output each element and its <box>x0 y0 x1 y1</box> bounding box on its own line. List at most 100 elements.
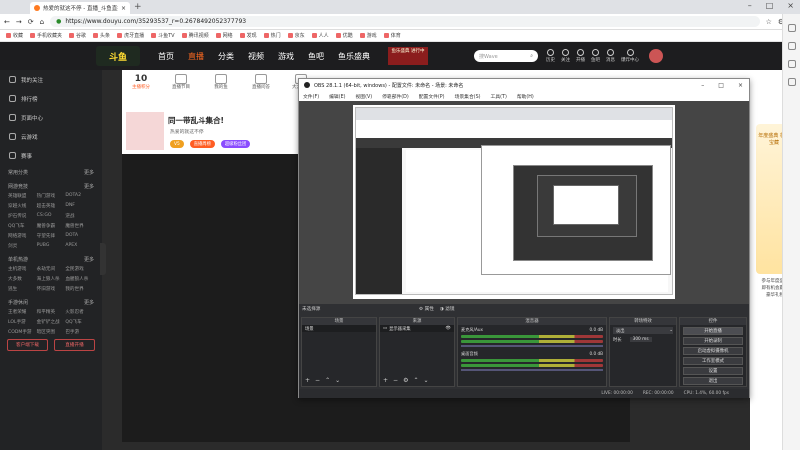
url-input[interactable]: ● https://www.douyu.com/35293537_r=0.267… <box>50 16 760 27</box>
volume-slider[interactable] <box>461 345 603 347</box>
nav-item[interactable]: 首页 <box>158 51 174 62</box>
bookmark-item[interactable]: 发现 <box>239 32 257 39</box>
sidebar-category-link[interactable]: 逃生 <box>8 286 37 292</box>
obs-menu-item[interactable]: 配置文件(P) <box>419 93 445 100</box>
streamer-name[interactable]: 热爱的就这不停 <box>170 130 204 135</box>
download-panel-icon[interactable] <box>787 60 796 68</box>
add-source-icon[interactable]: + <box>383 377 388 384</box>
sidebar-category-link[interactable]: 海上狼人杀 <box>37 276 66 282</box>
bookmark-item[interactable]: 体育 <box>383 32 401 39</box>
nav-item[interactable]: 鱼乐盛典 <box>338 51 370 62</box>
sidebar-category-link[interactable]: QQ飞车 <box>65 319 94 325</box>
obs-control-button[interactable]: 开始直播 <box>683 327 743 335</box>
obs-menu-item[interactable]: 帮助(H) <box>517 93 534 100</box>
star-icon[interactable]: ☆ <box>766 18 772 26</box>
sidebar-section-more[interactable]: 更多 <box>84 169 94 176</box>
remove-icon[interactable]: − <box>315 377 320 384</box>
maximize-icon[interactable]: □ <box>766 1 774 10</box>
filters-button[interactable]: ◑ 滤镜 <box>440 306 455 312</box>
bookmark-item[interactable]: 网络 <box>215 32 233 39</box>
add-icon[interactable]: + <box>305 377 310 384</box>
properties-button[interactable]: ⚙ 属性 <box>419 306 434 312</box>
bookmark-item[interactable]: 头条 <box>93 32 110 39</box>
room-badge[interactable]: 直播周榜 <box>189 140 215 148</box>
up-icon[interactable]: ⌃ <box>325 377 330 384</box>
sidebar-item[interactable]: 赛事 <box>0 146 102 165</box>
sidebar-category-link[interactable]: 火影忍者 <box>65 309 94 315</box>
forward-icon[interactable]: → <box>16 18 22 26</box>
room-badge[interactable]: V5 <box>170 140 184 148</box>
sidebar-category-link[interactable]: CODM手游 <box>8 329 37 335</box>
sidebar-category-link[interactable]: 血腥狼人杀 <box>65 276 94 282</box>
sidebar-item[interactable]: 云游戏 <box>0 127 102 146</box>
gear-icon[interactable]: ⚙ <box>403 377 408 384</box>
new-tab-button[interactable]: + <box>134 2 142 12</box>
obs-minimize-icon[interactable]: – <box>701 82 704 89</box>
obs-menu-item[interactable]: 文件(F) <box>303 93 319 100</box>
bookmark-item[interactable]: 人人 <box>311 32 329 39</box>
home-icon[interactable]: ⌂ <box>40 18 44 26</box>
sidebar-category-link[interactable]: 剑灵 <box>8 243 37 249</box>
search-icon[interactable]: ⌕ <box>530 53 533 59</box>
sidebar-category-link[interactable]: APEX <box>65 243 94 249</box>
sidebar-category-link[interactable]: 网络游戏 <box>8 233 37 239</box>
bookmark-item[interactable]: 收藏 <box>6 32 23 39</box>
sidebar-category-link[interactable]: 暗区突围 <box>37 329 66 335</box>
header-icon-item[interactable]: 关注 <box>561 49 570 63</box>
sidebar-category-link[interactable]: 主机游戏 <box>8 266 37 272</box>
sidebar-category-link[interactable]: 英雄联盟 <box>8 193 37 199</box>
header-icon-item[interactable]: 消息 <box>606 49 615 63</box>
bookmark-item[interactable]: 虎牙直播 <box>117 32 144 39</box>
close-icon[interactable]: × <box>121 5 126 12</box>
site-logo[interactable]: 斗鱼 <box>96 46 140 66</box>
room-badge[interactable]: 超级粉丝团 <box>220 140 251 148</box>
obs-menu-item[interactable]: 视图(V) <box>355 93 372 100</box>
sidebar-category-link[interactable]: DNF <box>65 203 94 209</box>
sidebar-category-link[interactable]: DOTA <box>65 233 94 239</box>
search-input[interactable]: 搜Wave ⌕ <box>474 50 538 62</box>
sidebar-category-link[interactable]: 金铲铲之战 <box>37 319 66 325</box>
sidebar-download-button[interactable]: 客户端下载 <box>7 339 48 351</box>
obs-close-icon[interactable]: × <box>738 82 743 89</box>
source-down-icon[interactable]: ⌄ <box>423 377 428 384</box>
sidebar-category-link[interactable]: 热门游戏 <box>37 193 66 199</box>
header-icon-item[interactable]: 开播 <box>576 49 585 63</box>
sidebar-item[interactable]: 页面中心 <box>0 108 102 127</box>
sidebar-item[interactable]: 我的关注 <box>0 70 102 89</box>
bookmark-item[interactable]: 谷歌 <box>69 32 86 39</box>
sidebar-category-link[interactable]: 怀旧游戏 <box>37 286 66 292</box>
close-window-icon[interactable]: × <box>787 1 794 10</box>
sidebar-category-link[interactable]: 逆战 <box>65 213 94 219</box>
obs-menu-item[interactable]: 停靠部件(D) <box>382 93 409 100</box>
obs-menu-item[interactable]: 编辑(E) <box>329 93 345 100</box>
header-icon-item[interactable]: 鱼吧 <box>591 49 600 63</box>
bookmark-item[interactable]: 游戏 <box>359 32 377 39</box>
room-stat[interactable]: 10 主播积分 <box>128 74 154 90</box>
sidebar-category-link[interactable]: 我的世界 <box>65 286 94 292</box>
duration-field[interactable]: 时长 300 ms <box>610 336 676 343</box>
bookmark-item[interactable]: 京东 <box>287 32 305 39</box>
nav-item[interactable]: 鱼吧 <box>308 51 324 62</box>
sidebar-category-link[interactable]: LOL手游 <box>8 319 37 325</box>
bookmark-item[interactable]: 优酷 <box>335 32 353 39</box>
sidebar-section-more[interactable]: 更多 <box>84 299 94 306</box>
room-stat[interactable]: 直播问答 <box>248 74 274 90</box>
sidebar-category-link[interactable]: 炉石传说 <box>8 213 37 219</box>
sidebar-category-link[interactable]: 和平精英 <box>37 309 66 315</box>
nav-item[interactable]: 分类 <box>218 51 234 62</box>
sidebar-section-more[interactable]: 更多 <box>84 183 94 190</box>
sidebar-category-link[interactable]: QQ飞车 <box>8 223 37 229</box>
sidebar-category-link[interactable]: 王者荣耀 <box>8 309 37 315</box>
sidebar-section-more[interactable]: 更多 <box>84 256 94 263</box>
sidebar-category-link[interactable]: 永劫无间 <box>37 266 66 272</box>
bookmark-item[interactable]: 手机收藏夹 <box>30 32 62 39</box>
sidebar-category-link[interactable]: 大多数 <box>8 276 37 282</box>
promo-banner[interactable]: 鱼乐盛典 进行中 <box>388 47 428 65</box>
bookmark-panel-icon[interactable] <box>787 24 796 32</box>
obs-menu-item[interactable]: 工具(T) <box>491 93 507 100</box>
volume-slider[interactable] <box>461 369 603 371</box>
bookmark-item[interactable]: 斗鱼TV <box>151 32 175 39</box>
source-item[interactable]: ▭ 显示器采集 👁 <box>380 325 454 332</box>
obs-preview[interactable] <box>299 101 749 304</box>
room-stat[interactable]: 我的鱼 <box>208 74 234 90</box>
